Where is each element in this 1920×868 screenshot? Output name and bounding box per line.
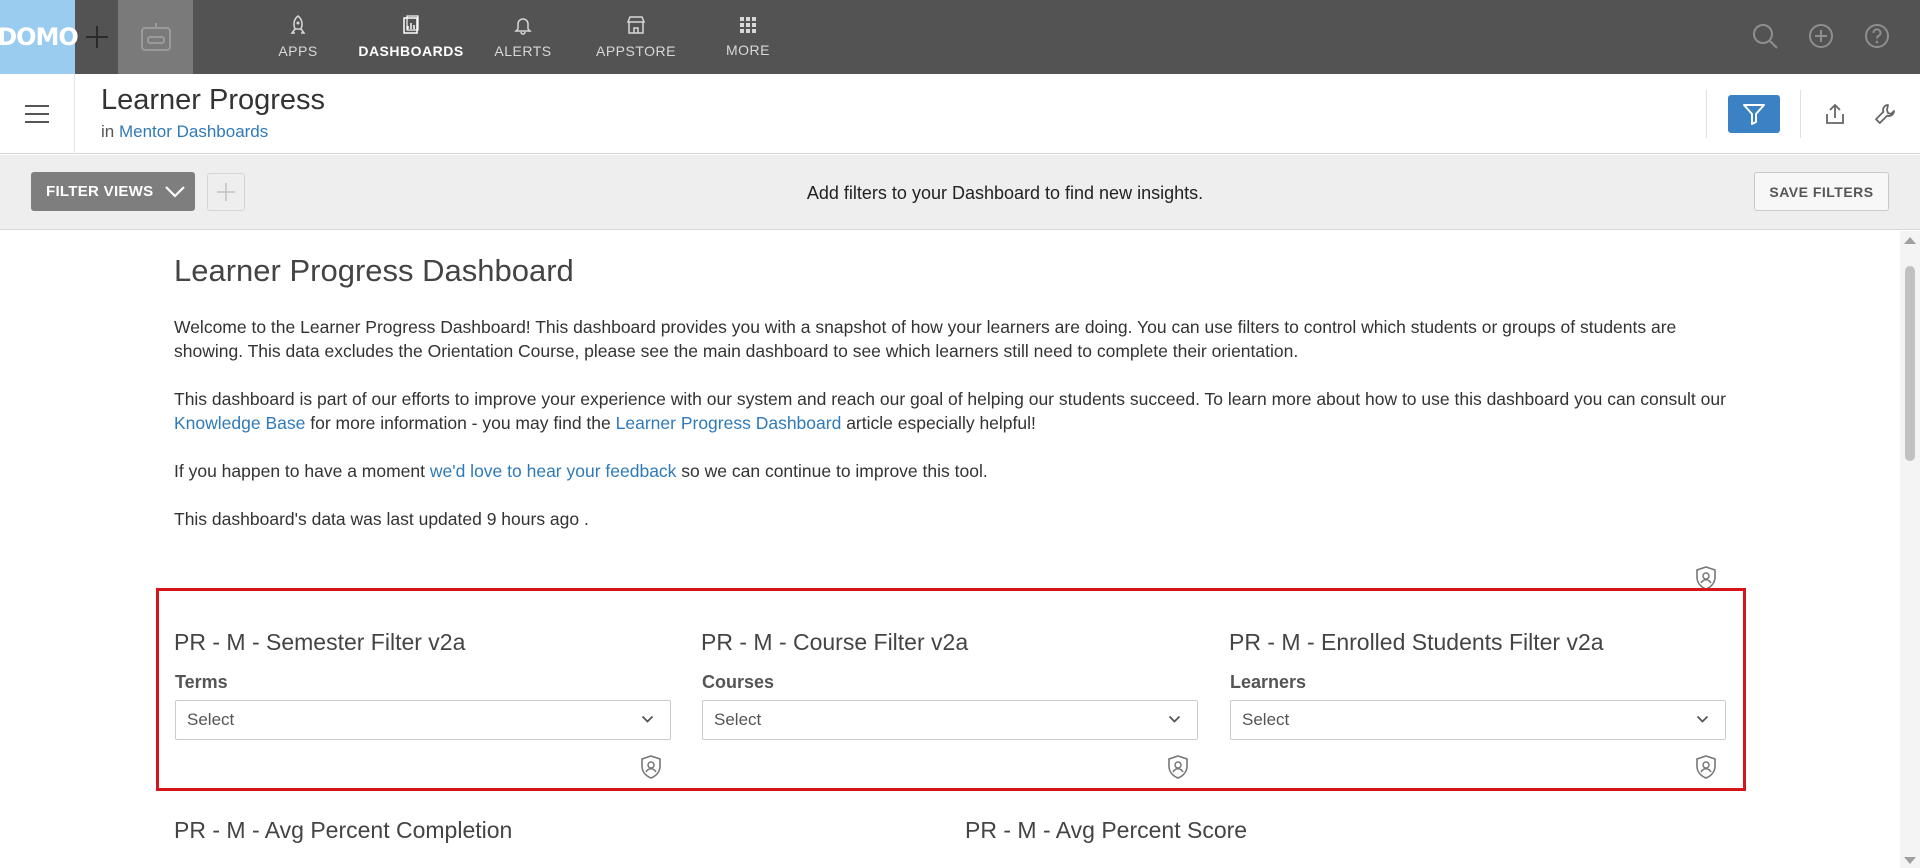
rocket-icon xyxy=(290,15,306,34)
terms-select-value: Select xyxy=(187,710,235,729)
dashboard-icon xyxy=(403,15,419,34)
filter-bar: FILTER VIEWS Add filters to your Dashboa… xyxy=(0,155,1920,230)
create-button[interactable] xyxy=(1805,20,1837,52)
settings-button[interactable] xyxy=(1871,100,1899,128)
course-filter-title: PR - M - Course Filter v2a xyxy=(701,629,969,655)
share-button[interactable] xyxy=(1821,100,1849,128)
plus-circle-icon xyxy=(1809,24,1833,48)
add-filter-view-button[interactable] xyxy=(207,173,245,211)
location-prefix: in xyxy=(101,122,115,141)
filter-toggle-button[interactable] xyxy=(1728,95,1780,133)
scrollbar-thumb[interactable] xyxy=(1905,266,1915,461)
page-location: in Mentor Dashboards xyxy=(101,122,268,142)
page-title: Learner Progress xyxy=(101,84,326,116)
knowledge-base-link[interactable]: Knowledge Base xyxy=(174,413,305,433)
info-text-1: This dashboard is part of our efforts to… xyxy=(174,389,1726,409)
hamburger-icon xyxy=(25,105,49,123)
terms-label: Terms xyxy=(175,672,228,692)
learners-select[interactable]: Select xyxy=(1230,700,1726,740)
info-paragraph: This dashboard is part of our efforts to… xyxy=(174,387,1734,435)
nav-alerts-label: ALERTS xyxy=(494,43,552,59)
chevron-down-icon xyxy=(641,715,654,723)
scroll-up-arrow[interactable] xyxy=(1904,237,1916,244)
header-divider xyxy=(1706,90,1707,138)
chevron-down-icon xyxy=(1168,715,1181,723)
info-text-3: article especially helpful! xyxy=(841,413,1036,433)
card-owner-shield-icon[interactable] xyxy=(1165,754,1191,780)
add-plus-button[interactable] xyxy=(75,0,118,74)
courses-label: Courses xyxy=(702,672,775,692)
nav-apps[interactable]: APPS xyxy=(272,0,324,74)
share-icon xyxy=(1826,103,1844,124)
save-filters-button[interactable]: SAVE FILTERS xyxy=(1754,172,1889,211)
feedback-paragraph: If you happen to have a moment we'd love… xyxy=(174,459,1734,483)
dashboard-title: Learner Progress Dashboard xyxy=(174,253,574,288)
terms-select[interactable]: Select xyxy=(175,700,671,740)
robot-icon xyxy=(140,23,171,51)
chevron-down-icon xyxy=(164,185,185,198)
avg-completion-card-title: PR - M - Avg Percent Completion xyxy=(174,817,513,843)
courses-select[interactable]: Select xyxy=(702,700,1198,740)
feedback-text-2: so we can continue to improve this tool. xyxy=(676,461,988,481)
learners-label: Learners xyxy=(1230,672,1307,692)
parent-page-link[interactable]: Mentor Dashboards xyxy=(119,122,268,141)
plus-icon xyxy=(85,26,108,48)
nav-alerts[interactable]: ALERTS xyxy=(494,0,552,74)
nav-more-label: MORE xyxy=(726,42,770,58)
grid-icon xyxy=(740,17,756,33)
store-icon xyxy=(626,16,646,34)
info-text-2: for more information - you may find the xyxy=(305,413,616,433)
chevron-down-icon xyxy=(1696,715,1709,723)
domo-logo[interactable]: DOMO xyxy=(0,0,79,74)
help-button[interactable] xyxy=(1861,20,1893,52)
article-link[interactable]: Learner Progress Dashboard xyxy=(616,413,842,433)
intro-paragraph: Welcome to the Learner Progress Dashboar… xyxy=(174,317,1677,361)
bell-icon xyxy=(514,18,532,35)
robot-button[interactable] xyxy=(118,0,193,74)
last-updated-text: This dashboard's data was last updated 9… xyxy=(174,509,589,529)
page-scrollbar[interactable] xyxy=(1900,231,1920,868)
nav-appstore-label: APPSTORE xyxy=(596,43,676,59)
semester-filter-title: PR - M - Semester Filter v2a xyxy=(174,629,466,655)
feedback-link[interactable]: we'd love to hear your feedback xyxy=(430,461,677,481)
menu-button[interactable] xyxy=(0,74,75,154)
nav-apps-label: APPS xyxy=(278,43,318,59)
plus-icon xyxy=(217,183,235,201)
search-icon xyxy=(1753,24,1778,49)
courses-select-value: Select xyxy=(714,710,762,729)
search-button[interactable] xyxy=(1749,20,1781,52)
students-filter-title: PR - M - Enrolled Students Filter v2a xyxy=(1229,629,1604,655)
nav-more[interactable]: MORE xyxy=(724,0,772,74)
card-owner-shield-icon[interactable] xyxy=(1693,754,1719,780)
help-icon xyxy=(1865,24,1889,48)
nav-dashboards[interactable]: DASHBOARDS xyxy=(357,0,465,74)
nav-appstore[interactable]: APPSTORE xyxy=(596,0,676,74)
filter-message: Add filters to your Dashboard to find ne… xyxy=(806,183,1204,203)
filter-cards-highlight xyxy=(156,588,1746,791)
wrench-icon xyxy=(1875,104,1895,124)
dashboard-content: Learner Progress Dashboard Welcome to th… xyxy=(0,231,1900,868)
avg-score-card-title: PR - M - Avg Percent Score xyxy=(965,817,1248,843)
filter-views-dropdown[interactable]: FILTER VIEWS xyxy=(31,172,195,211)
filter-views-label: FILTER VIEWS xyxy=(46,183,154,200)
header-divider xyxy=(1800,90,1801,138)
page-header: Learner Progress in Mentor Dashboards xyxy=(0,74,1920,154)
learners-select-value: Select xyxy=(1242,710,1290,729)
feedback-text-1: If you happen to have a moment xyxy=(174,461,430,481)
card-owner-shield-icon[interactable] xyxy=(638,754,664,780)
top-nav: DOMO APPS DASHBOARDS ALERTS APPSTORE MOR… xyxy=(0,0,1920,74)
nav-dashboards-label: DASHBOARDS xyxy=(358,43,464,59)
scroll-down-arrow[interactable] xyxy=(1904,857,1916,864)
filter-icon xyxy=(1743,104,1765,125)
